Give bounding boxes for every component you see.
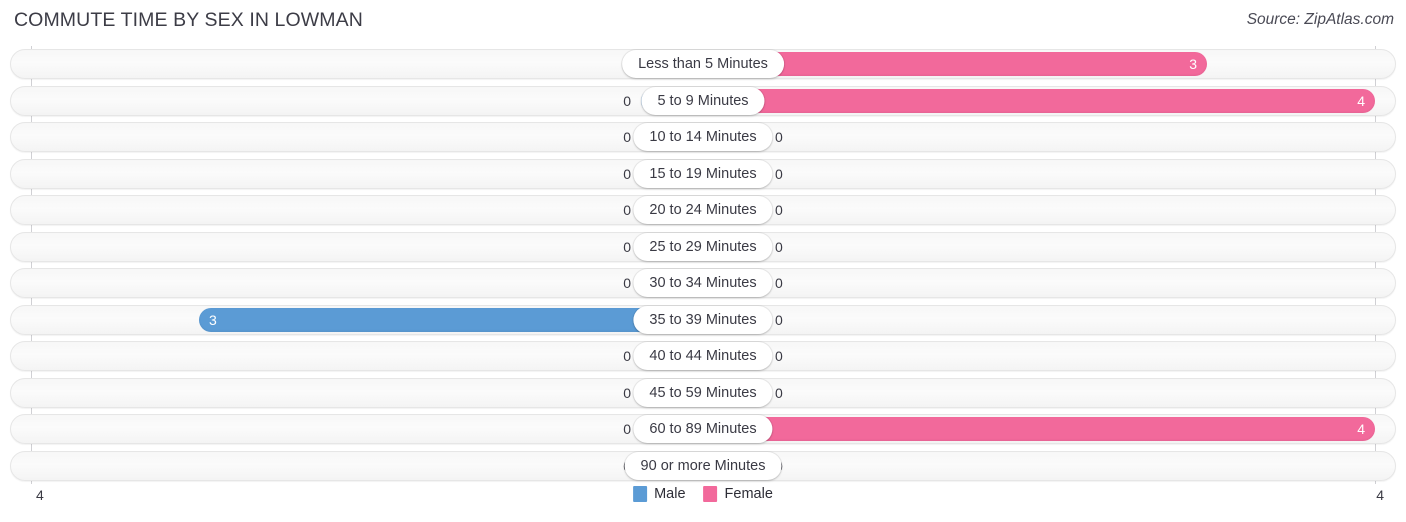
chart-row: 0 4 60 to 89 Minutes: [10, 414, 1396, 444]
chart-row: 03Less than 5 Minutes: [10, 49, 1396, 79]
value-label-female: 0: [775, 165, 783, 182]
legend-label: Female: [724, 486, 773, 502]
chart-row: 0 0 20 to 24 Minutes: [10, 195, 1396, 225]
chart-row: 0 4 5 to 9 Minutes: [10, 85, 1396, 116]
source-attribution: Source: ZipAtlas.com: [1246, 11, 1394, 28]
chart-header: COMMUTE TIME BY SEX IN LOWMAN Source: Zi…: [0, 0, 1406, 40]
legend-swatch-icon: [633, 486, 648, 502]
value-label-female: 4: [1357, 421, 1365, 437]
category-label: 60 to 89 Minutes: [633, 415, 773, 443]
category-label: 45 to 59 Minutes: [633, 378, 773, 407]
chart-row: 0090 or more Minutes: [10, 450, 1396, 481]
value-label-female: 0: [775, 129, 783, 145]
value-label-female: 0: [775, 238, 783, 255]
chart-plot-area: 03Less than 5 Minutes045 to 9 Minutes001…: [0, 44, 1406, 484]
value-label-male: 0: [623, 275, 631, 291]
chart-row: 0 0 45 to 59 Minutes: [10, 377, 1396, 408]
category-label: 90 or more Minutes: [624, 451, 782, 480]
chart-row: 0 0 15 to 19 Minutes: [10, 158, 1396, 189]
value-label-male: 0: [623, 384, 631, 401]
category-label: 20 to 24 Minutes: [633, 196, 773, 224]
bar-female: [703, 88, 1375, 113]
value-label-female: 3: [1189, 56, 1197, 72]
category-label: 5 to 9 Minutes: [641, 86, 765, 115]
chart-row: 0 0 40 to 44 Minutes: [10, 341, 1396, 371]
axis-tick-left: 4: [36, 487, 44, 503]
bar-female: [703, 417, 1375, 441]
chart-row: 0 0 25 to 29 Minutes: [10, 231, 1396, 262]
legend-swatch-icon: [703, 486, 718, 502]
chart-row: 0 0 10 to 14 Minutes: [10, 122, 1396, 152]
category-label: 40 to 44 Minutes: [633, 342, 773, 370]
category-label: 15 to 19 Minutes: [633, 159, 773, 188]
value-label-female: 0: [775, 384, 783, 401]
value-label-female: 4: [1357, 92, 1365, 109]
value-label-male: 0: [623, 129, 631, 145]
category-label: Less than 5 Minutes: [622, 50, 784, 78]
chart-footer: 4 4 Male Female: [0, 484, 1406, 522]
legend-label: Male: [654, 486, 686, 502]
chart-legend: Male Female: [633, 486, 773, 502]
category-label: 10 to 14 Minutes: [633, 123, 773, 151]
value-label-male: 0: [623, 202, 631, 218]
category-label: 25 to 29 Minutes: [633, 232, 773, 261]
chart-row: 0 0 30 to 34 Minutes: [10, 268, 1396, 298]
value-label-male: 0: [623, 165, 631, 182]
chart-row: 3 0 35 to 39 Minutes: [10, 304, 1396, 335]
axis-tick-right: 4: [1376, 487, 1384, 503]
category-label: 35 to 39 Minutes: [633, 305, 773, 334]
value-label-male: 3: [209, 311, 217, 328]
value-label-male: 0: [623, 348, 631, 364]
category-label: 30 to 34 Minutes: [633, 269, 773, 297]
value-label-male: 0: [623, 92, 631, 109]
bar-male: [199, 307, 703, 332]
legend-item-female[interactable]: Female: [703, 486, 773, 502]
value-label-female: 0: [775, 348, 783, 364]
value-label-female: 0: [775, 202, 783, 218]
value-label-female: 0: [775, 311, 783, 328]
value-label-male: 0: [623, 238, 631, 255]
page-title: COMMUTE TIME BY SEX IN LOWMAN: [14, 9, 363, 31]
legend-item-male[interactable]: Male: [633, 486, 686, 502]
value-label-male: 0: [623, 421, 631, 437]
value-label-female: 0: [775, 275, 783, 291]
